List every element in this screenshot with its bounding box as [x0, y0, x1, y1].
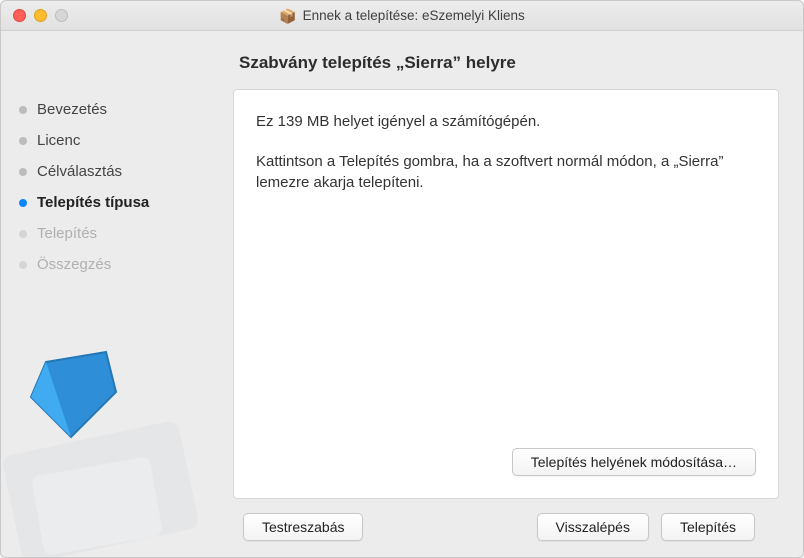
step-label: Telepítés típusa	[37, 194, 149, 211]
sidebar-step-1: Licenc	[19, 132, 223, 149]
sidebar-step-2: Célválasztás	[19, 163, 223, 180]
zoom-icon	[55, 9, 68, 22]
back-button[interactable]: Visszalépés	[537, 513, 649, 541]
info-panel: Ez 139 MB helyet igényel a számítógépén.…	[233, 89, 779, 499]
step-label: Célválasztás	[37, 163, 122, 180]
disk-space-text: Ez 139 MB helyet igényel a számítógépén.	[256, 112, 756, 132]
titlebar: 📦 Ennek a telepítése: eSzemelyi Kliens	[1, 1, 803, 31]
package-icon: 📦	[279, 9, 296, 23]
close-icon[interactable]	[13, 9, 26, 22]
main-pane: Szabvány telepítés „Sierra” helyre Ez 13…	[223, 31, 803, 557]
sidebar-step-5: Összegzés	[19, 256, 223, 273]
sidebar-illustration	[1, 327, 223, 557]
minimize-icon[interactable]	[34, 9, 47, 22]
step-bullet-icon	[19, 261, 27, 269]
sidebar: Bevezetés Licenc Célválasztás Telepítés típ…	[1, 31, 223, 557]
install-instruction-text: Kattintson a Telepítés gombra, ha a szof…	[256, 152, 756, 193]
customize-button[interactable]: Testreszabás	[243, 513, 363, 541]
step-bullet-icon	[19, 199, 27, 207]
step-bullet-icon	[19, 106, 27, 114]
footer-buttons: Testreszabás Visszalépés Telepítés	[233, 499, 779, 541]
installer-window: 📦 Ennek a telepítése: eSzemelyi Kliens B…	[0, 0, 804, 558]
sidebar-step-0: Bevezetés	[19, 101, 223, 118]
sidebar-step-4: Telepítés	[19, 225, 223, 242]
step-label: Összegzés	[37, 256, 111, 273]
window-title: 📦 Ennek a telepítése: eSzemelyi Kliens	[1, 8, 803, 23]
step-label: Telepítés	[37, 225, 97, 242]
step-bullet-icon	[19, 168, 27, 176]
step-label: Bevezetés	[37, 101, 107, 118]
page-title: Szabvány telepítés „Sierra” helyre	[239, 53, 779, 73]
window-controls	[1, 9, 68, 22]
change-location-row: Telepítés helyének módosítása…	[256, 438, 756, 476]
sidebar-step-3: Telepítés típusa	[19, 194, 223, 211]
step-bullet-icon	[19, 137, 27, 145]
change-install-location-button[interactable]: Telepítés helyének módosítása…	[512, 448, 756, 476]
install-button[interactable]: Telepítés	[661, 513, 755, 541]
step-bullet-icon	[19, 230, 27, 238]
step-label: Licenc	[37, 132, 80, 149]
content-area: Bevezetés Licenc Célválasztás Telepítés típ…	[1, 31, 803, 557]
window-title-text: Ennek a telepítése: eSzemelyi Kliens	[303, 8, 525, 23]
step-list: Bevezetés Licenc Célválasztás Telepítés típ…	[19, 101, 223, 273]
